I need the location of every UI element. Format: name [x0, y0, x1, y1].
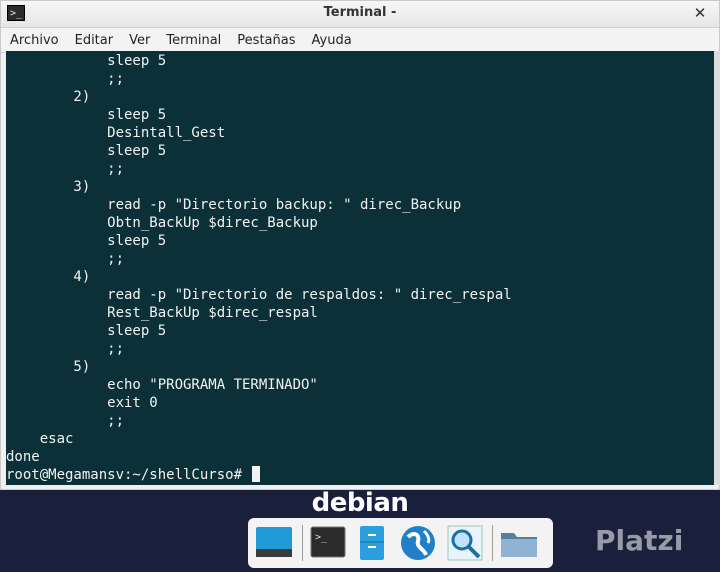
scrollbar[interactable]: [714, 51, 720, 485]
terminal-line: sleep 5: [6, 107, 167, 123]
terminal-line: ;;: [6, 341, 125, 357]
text-cursor: [252, 466, 261, 482]
menu-archivo[interactable]: Archivo: [9, 31, 60, 50]
menu-ver[interactable]: Ver: [128, 31, 151, 50]
dock-separator: [302, 525, 303, 561]
dock-panel: >_: [248, 518, 553, 568]
menu-bar: Archivo Editar Ver Terminal Pestañas Ayu…: [1, 28, 719, 53]
title-bar[interactable]: >_ Terminal - ✕: [1, 1, 719, 28]
terminal-line: done: [6, 449, 40, 465]
file-cabinet-icon[interactable]: [355, 521, 390, 565]
globe-icon[interactable]: [398, 521, 438, 565]
menu-terminal[interactable]: Terminal: [165, 31, 222, 50]
terminal-line: echo "PROGRAMA TERMINADO": [6, 377, 318, 393]
folder-icon[interactable]: [499, 521, 539, 565]
window-title: Terminal -: [323, 5, 397, 20]
svg-text:>_: >_: [315, 532, 328, 543]
terminal-line: sleep 5: [6, 53, 167, 69]
terminal-line: Desintall_Gest: [6, 125, 226, 141]
terminal-line: read -p "Directorio de respaldos: " dire…: [6, 287, 512, 303]
terminal-line: ;;: [6, 71, 125, 87]
terminal-line: sleep 5: [6, 323, 167, 339]
terminal-line: Obtn_BackUp $direc_Backup: [6, 215, 318, 231]
debian-logo-text: debian: [311, 488, 409, 518]
terminal-line: esac: [6, 431, 74, 447]
terminal-line: exit 0: [6, 395, 158, 411]
terminal-line: Rest_BackUp $direc_respal: [6, 305, 318, 321]
menu-ayuda[interactable]: Ayuda: [311, 31, 353, 50]
desktop-icon[interactable]: [254, 521, 294, 565]
magnifier-icon[interactable]: [446, 521, 484, 565]
shell-prompt: root@Megamansv:~/shellCurso#: [6, 467, 251, 483]
close-icon[interactable]: ✕: [691, 4, 709, 22]
terminal-output[interactable]: sleep 5 ;; 2) sleep 5 Desintall_Gest sle…: [6, 51, 714, 485]
terminal-line: sleep 5: [6, 143, 167, 159]
platzi-watermark: Platzi: [595, 524, 684, 557]
terminal-line: ;;: [6, 251, 125, 267]
terminal-line: sleep 5: [6, 233, 167, 249]
dock-separator: [492, 525, 493, 561]
terminal-line: read -p "Directorio backup: " direc_Back…: [6, 197, 462, 213]
terminal-line: ;;: [6, 161, 125, 177]
terminal-line: ;;: [6, 413, 125, 429]
terminal-line: 2): [6, 89, 91, 105]
terminal-line: 5): [6, 359, 91, 375]
menu-pestanas[interactable]: Pestañas: [236, 31, 296, 50]
terminal-prompt-line[interactable]: root@Megamansv:~/shellCurso#: [6, 466, 714, 484]
terminal-line: 4): [6, 269, 91, 285]
terminal-icon[interactable]: >_: [309, 521, 347, 565]
terminal-line: 3): [6, 179, 91, 195]
menu-editar[interactable]: Editar: [74, 31, 115, 50]
